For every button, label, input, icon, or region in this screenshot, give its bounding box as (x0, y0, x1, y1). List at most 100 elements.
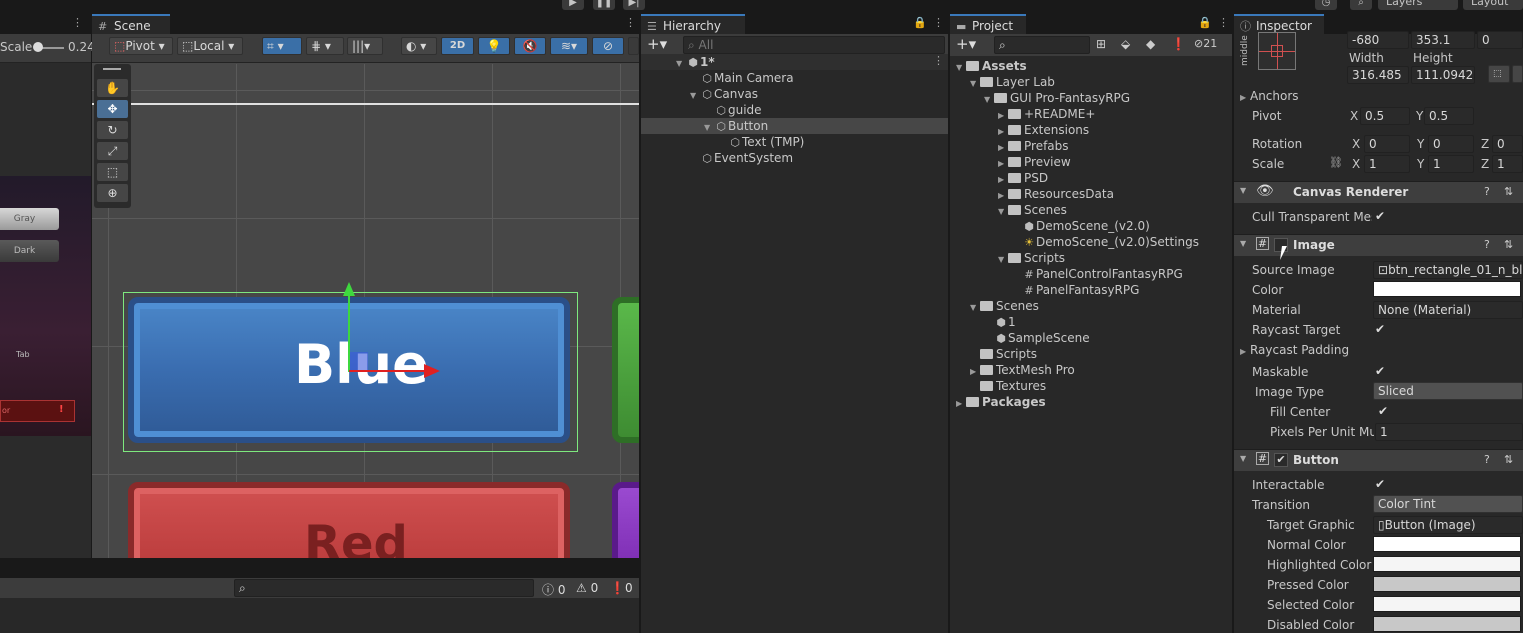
hierarchy-item-eventsystem[interactable]: ⬡ EventSystem (690, 150, 793, 166)
image-type-dropdown[interactable]: Sliced (1373, 382, 1523, 400)
history-icon[interactable]: ◷ (1315, 0, 1337, 10)
project-item[interactable]: ▶ PSD (998, 170, 1048, 186)
expand-toggle[interactable]: ▼ (998, 204, 1008, 220)
interactable-checkbox[interactable]: ✔ (1373, 477, 1387, 491)
visibility-toggle-icon[interactable]: ⊘ (592, 37, 624, 55)
tab-project[interactable]: ▬ Project (950, 14, 1026, 34)
settings-icon[interactable]: ⇅ (1504, 185, 1513, 198)
raw-edit-button[interactable] (1512, 65, 1523, 83)
lighting-toggle-icon[interactable]: 💡 (478, 37, 510, 55)
pos-z-field[interactable]: 0 (1477, 31, 1523, 49)
project-item[interactable]: ▼ Scenes (998, 202, 1067, 218)
filter-type-icon[interactable]: ⊞ (1096, 37, 1106, 51)
transform-tool-icon[interactable]: ⊕ (97, 184, 128, 202)
tab-hierarchy[interactable]: ☰ Hierarchy (641, 14, 745, 34)
rotation-z-field[interactable]: 0 (1492, 135, 1523, 153)
project-item[interactable]: ▶ Extensions (998, 122, 1089, 138)
expand-toggle[interactable]: ▼ (970, 300, 980, 316)
button-enabled-checkbox[interactable]: ✔ (1274, 453, 1288, 467)
project-item[interactable]: Textures (970, 378, 1046, 394)
project-item[interactable]: Scripts (970, 346, 1037, 362)
width-field[interactable]: 316.485 (1347, 66, 1409, 84)
lock-icon[interactable]: 🔒 (1198, 16, 1212, 29)
transition-dropdown[interactable]: Color Tint (1373, 495, 1523, 513)
expand-toggle[interactable]: ▼ (984, 92, 994, 108)
expand-toggle[interactable]: ▶ (956, 396, 966, 412)
help-icon[interactable]: ? (1484, 238, 1490, 251)
pause-button[interactable]: ❚❚ (593, 0, 615, 10)
add-icon[interactable]: +▾ (647, 35, 667, 53)
color-swatch[interactable] (1373, 281, 1521, 297)
hierarchy-item-guide[interactable]: ⬡ guide (704, 102, 761, 118)
hierarchy-item-canvas[interactable]: ▼ ⬡ Canvas (690, 86, 758, 102)
highlighted-color-swatch[interactable] (1373, 556, 1521, 572)
info-count[interactable]: ⓘ 0 (542, 581, 565, 598)
hierarchy-search-input[interactable]: ⌕ All (683, 36, 945, 54)
raycast-target-checkbox[interactable]: ✔ (1373, 322, 1387, 336)
gray-button[interactable]: Gray (0, 208, 59, 230)
height-field[interactable]: 111.0942 (1411, 66, 1475, 84)
hierarchy-item-text-tmp[interactable]: ⬡ Text (TMP) (718, 134, 804, 150)
settings-icon[interactable]: ⇅ (1504, 238, 1513, 251)
source-image-field[interactable]: ⊡btn_rectangle_01_n_blue (1373, 261, 1523, 279)
add-icon[interactable]: +▾ (956, 35, 976, 53)
expand-toggle[interactable]: ▼ (998, 252, 1008, 268)
more-menu-icon[interactable]: ⋮ (933, 16, 944, 29)
snap-increment-button[interactable]: ⋕ ▾ (306, 37, 344, 55)
constrain-proportions-icon[interactable]: ⛓ (1329, 156, 1343, 169)
project-item[interactable]: ⬢ SampleScene (984, 330, 1089, 346)
normal-color-swatch[interactable] (1373, 536, 1521, 552)
scene-menu-icon[interactable]: ⋮ (933, 54, 944, 67)
help-icon[interactable]: ? (1484, 453, 1490, 466)
hierarchy-item-main-camera[interactable]: ⬡ Main Camera (690, 70, 793, 86)
warning-count[interactable]: ⚠ 0 (576, 581, 598, 595)
scale-tool-icon[interactable]: ⤢ (97, 142, 128, 160)
hierarchy-item-button[interactable]: ▼ ⬡ Button (704, 118, 768, 134)
layers-dropdown[interactable]: Layers (1378, 0, 1458, 10)
project-item[interactable]: ▼ Scenes (970, 298, 1039, 314)
audio-toggle-icon[interactable]: 🔇 (514, 37, 546, 55)
project-item[interactable]: ▶ Packages (956, 394, 1046, 410)
step-button[interactable]: ▶| (623, 0, 645, 10)
scale-slider-handle[interactable] (33, 42, 43, 52)
expand-toggle[interactable]: ▼ (956, 60, 966, 76)
project-item[interactable]: ▼ Assets (956, 58, 1027, 74)
pos-y-field[interactable]: 353.1 (1411, 31, 1475, 49)
project-search-input[interactable]: ⌕ (994, 36, 1090, 54)
hierarchy-item-scene[interactable]: ▼ ⬢ 1* (676, 54, 715, 70)
maskable-checkbox[interactable]: ✔ (1373, 364, 1387, 378)
project-item[interactable]: ▼ GUI Pro-FantasyRPG (984, 90, 1130, 106)
pressed-color-swatch[interactable] (1373, 576, 1521, 592)
pivot-dropdown[interactable]: ⬚Pivot ▾ (109, 37, 173, 55)
error-count[interactable]: ❗0 (610, 581, 633, 595)
project-item[interactable]: ⬢ DemoScene_(v2.0) (1012, 218, 1150, 234)
tab-inspector[interactable]: ⓘ Inspector (1234, 14, 1324, 34)
canvas-renderer-header[interactable]: ▼ 👁 Canvas Renderer ? ⇅ (1234, 181, 1523, 203)
scale-z-field[interactable]: 1 (1492, 155, 1523, 173)
grid-snap-button[interactable]: ⌗ ▾ (262, 37, 302, 55)
anchors-row[interactable]: ▶ Anchors (1240, 88, 1299, 106)
project-item[interactable]: ▼ Layer Lab (970, 74, 1055, 90)
ppu-field[interactable]: 1 (1375, 423, 1523, 441)
project-item[interactable]: ▼ Scripts (998, 250, 1065, 266)
play-button[interactable]: ▶ (562, 0, 584, 10)
settings-icon[interactable]: ⇅ (1504, 453, 1513, 466)
button-component-header[interactable]: ▼ # ✔ Button ? ⇅ (1234, 449, 1523, 471)
chevron-down-icon[interactable]: ▼ (1240, 186, 1246, 195)
y-axis-arrow-icon[interactable] (343, 282, 355, 296)
x-axis-handle[interactable] (349, 370, 427, 372)
red-button[interactable]: Red (128, 482, 570, 558)
chevron-down-icon[interactable]: ▼ (1240, 239, 1246, 248)
hand-tool-icon[interactable]: ✋ (97, 79, 128, 97)
project-item[interactable]: # PanelFantasyRPG (1012, 282, 1139, 298)
project-item[interactable]: ▶ Prefabs (998, 138, 1069, 154)
rotation-y-field[interactable]: 0 (1428, 135, 1474, 153)
image-header[interactable]: ▼ # Image ? ⇅ (1234, 234, 1523, 256)
filter-label-icon[interactable]: ⬙ (1121, 37, 1130, 51)
layout-dropdown[interactable]: Layout (1463, 0, 1523, 10)
expand-toggle[interactable]: ▼ (970, 76, 980, 92)
dark-button[interactable]: Dark (0, 240, 59, 262)
target-graphic-field[interactable]: ▯Button (Image) (1373, 516, 1523, 534)
more-menu-icon[interactable]: ⋮ (1218, 16, 1229, 29)
more-toggle[interactable] (628, 37, 639, 55)
